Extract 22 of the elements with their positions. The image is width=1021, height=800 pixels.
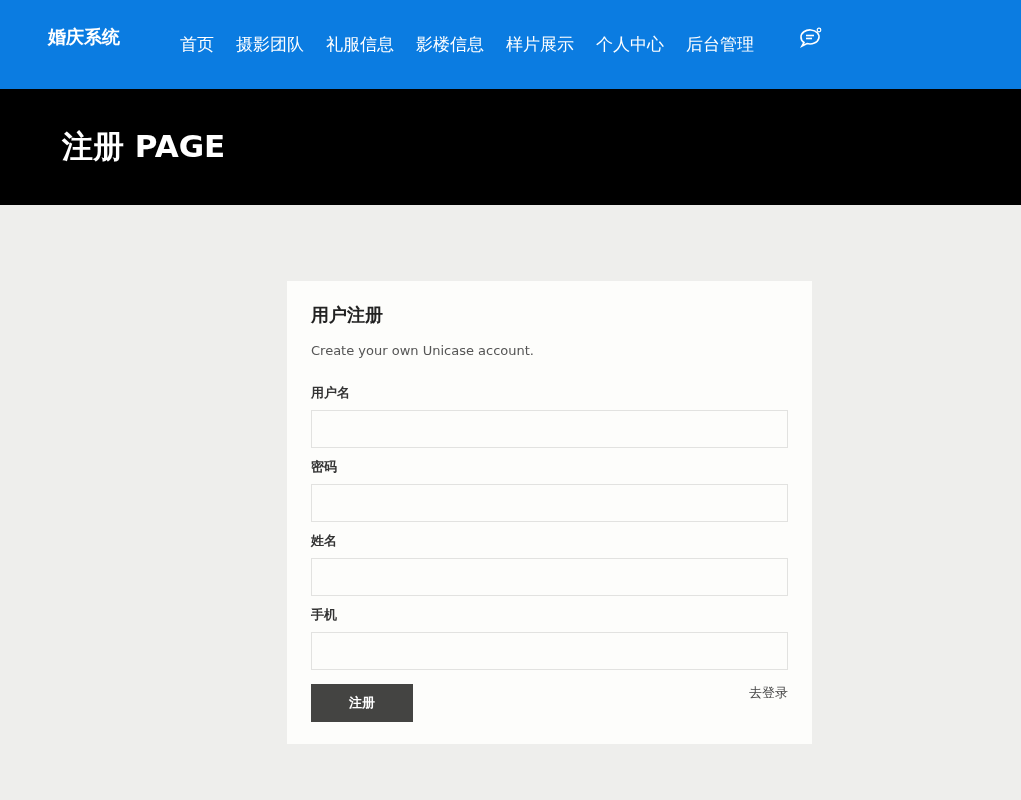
input-field[interactable] <box>311 632 788 670</box>
chat-icon[interactable] <box>798 26 822 49</box>
form-title: 用户注册 <box>311 303 384 327</box>
input-field[interactable] <box>311 484 788 522</box>
field-label: 密码 <box>311 458 338 476</box>
nav-link[interactable]: 影楼信息 <box>416 33 484 56</box>
form-subtitle: Create your own Unicase account. <box>311 343 535 358</box>
field-label: 手机 <box>311 606 338 624</box>
nav-link[interactable]: 礼服信息 <box>326 33 394 56</box>
input-field[interactable] <box>311 558 788 596</box>
page-title: 注册 PAGE <box>62 127 226 166</box>
nav-link[interactable]: 个人中心 <box>596 33 664 56</box>
nav-link[interactable]: 摄影团队 <box>236 33 304 56</box>
nav-link[interactable]: 样片展示 <box>506 33 574 56</box>
brand-name: 婚庆系统 <box>48 24 121 49</box>
nav-link[interactable]: 后台管理 <box>686 33 754 56</box>
register-button[interactable]: 注册 <box>311 684 413 722</box>
field-label: 姓名 <box>311 532 338 550</box>
nav-link[interactable]: 首页 <box>180 33 214 56</box>
field-label: 用户名 <box>311 384 351 402</box>
input-field[interactable] <box>311 410 788 448</box>
login-link[interactable]: 去登录 <box>749 684 788 702</box>
